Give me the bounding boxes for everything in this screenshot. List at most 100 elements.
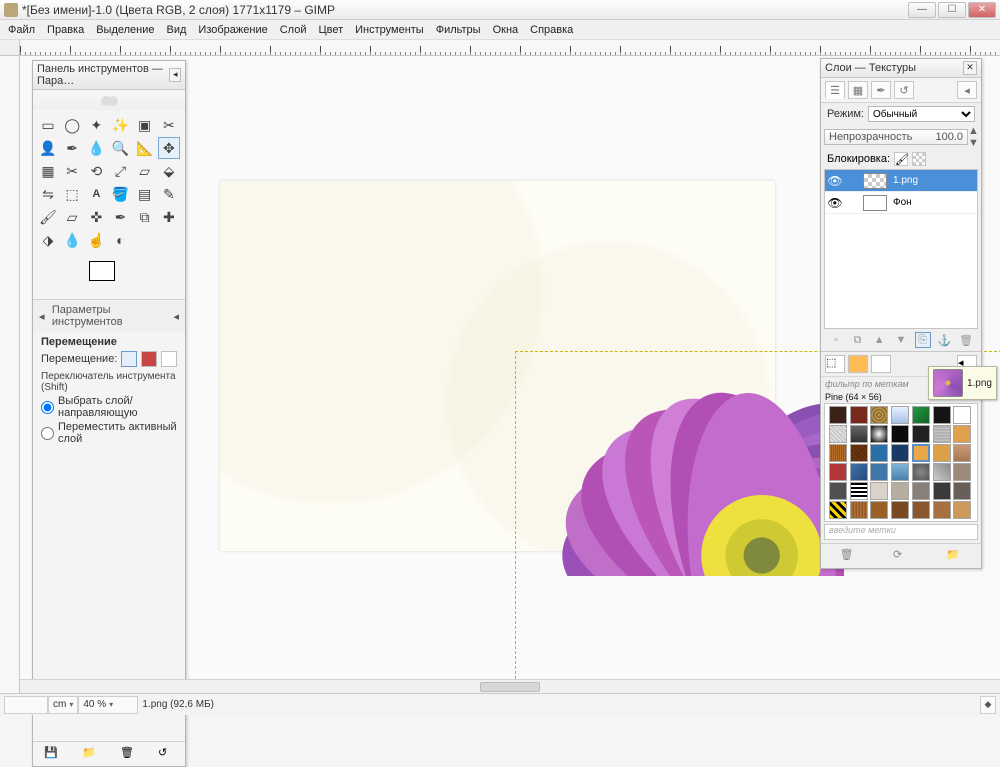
texture-grid[interactable] [824,403,978,522]
tool-blend[interactable]: ▤ [134,183,156,205]
menu-filters[interactable]: Фильтры [430,22,487,38]
tool-options-header[interactable]: ◂ Параметры инструментов ◂ [33,299,185,332]
refresh-texture-icon[interactable]: ⟳ [893,548,909,564]
paths-tab-icon[interactable]: ✒ [871,81,891,99]
texture-item[interactable] [870,501,888,519]
layers-dock-close-icon[interactable]: ✕ [963,61,977,75]
tool-color-picker[interactable]: 💧 [85,137,107,159]
texture-item[interactable] [933,501,951,519]
tool-align[interactable]: ▦ [37,160,59,182]
texture-item[interactable] [953,482,971,500]
menu-windows[interactable]: Окна [487,22,525,38]
visibility-icon[interactable]: 👁 [825,174,845,188]
texture-item[interactable] [850,482,868,500]
tool-dodge[interactable]: ◐ [109,229,131,251]
image-layer-flower[interactable] [544,356,844,576]
texture-item[interactable] [912,501,930,519]
tool-crop[interactable]: ✂ [61,160,83,182]
tool-heal[interactable]: ✚ [158,206,180,228]
texture-item[interactable] [829,463,847,481]
anchor-layer-icon[interactable]: ⚓ [936,332,952,348]
tool-cage[interactable]: ⬚ [61,183,83,205]
delete-layer-icon[interactable]: 🗑 [958,332,974,348]
unit-dropdown[interactable]: cm [48,696,78,714]
tool-ink[interactable]: ✒ [109,206,131,228]
reset-options-icon[interactable]: ↺ [158,746,174,762]
horizontal-scrollbar[interactable] [20,679,1000,693]
layer-item-1[interactable]: 👁 1.png [825,170,977,192]
texture-item[interactable] [829,425,847,443]
tool-flip[interactable]: ⇋ [37,183,59,205]
toolbox-close-icon[interactable]: ◂ [169,68,181,82]
texture-item[interactable] [870,482,888,500]
texture-item[interactable] [933,425,951,443]
layers-tab-icon[interactable]: ☰ [825,81,845,99]
menu-select[interactable]: Выделение [90,22,160,38]
texture-item[interactable] [829,482,847,500]
texture-item[interactable] [933,463,951,481]
opacity-slider[interactable]: Непрозрачность 100.0 [824,129,968,145]
texture-item[interactable] [850,444,868,462]
minimize-button[interactable]: — [908,2,936,18]
tool-eraser[interactable]: ▱ [61,206,83,228]
texture-item[interactable] [953,406,971,424]
layer-up-icon[interactable]: ▲ [871,332,887,348]
tool-rotate[interactable]: ⟲ [85,160,107,182]
texture-item[interactable] [953,425,971,443]
tool-scale[interactable]: ⤢ [109,160,131,182]
menu-image[interactable]: Изображение [192,22,273,38]
texture-item[interactable] [891,463,909,481]
texture-item[interactable] [912,463,930,481]
menu-file[interactable]: Файл [2,22,41,38]
restore-options-icon[interactable]: 📁 [82,746,98,762]
tool-zoom[interactable]: 🔍 [109,137,131,159]
texture-item[interactable] [870,463,888,481]
texture-item[interactable] [870,444,888,462]
tool-perspective[interactable]: ⬙ [158,160,180,182]
texture-item[interactable] [850,406,868,424]
maximize-button[interactable]: ☐ [938,2,966,18]
texture-item[interactable] [850,501,868,519]
texture-item[interactable] [933,444,951,462]
layer-item-2[interactable]: 👁 Фон [825,192,977,214]
delete-texture-icon[interactable]: 🗑 [840,548,856,564]
texture-item[interactable] [891,444,909,462]
move-path-icon[interactable] [161,351,177,367]
tool-shear[interactable]: ▱ [134,160,156,182]
tool-airbrush[interactable]: ✜ [85,206,107,228]
opacity-down-icon[interactable]: ▼ [968,137,978,149]
tool-text[interactable]: A [85,183,107,205]
duplicate-layer-icon[interactable]: ⎘ [915,332,931,348]
menu-tools[interactable]: Инструменты [349,22,430,38]
tool-paths[interactable]: ✒ [61,137,83,159]
tool-pencil[interactable]: ✎ [158,183,180,205]
texture-item[interactable] [850,425,868,443]
lock-pixels-icon[interactable]: 🖌 [894,152,908,166]
fg-color-swatch[interactable] [89,261,115,281]
texture-item[interactable] [829,501,847,519]
brushes-tab-icon[interactable]: ⬚ [825,355,845,373]
opacity-up-icon[interactable]: ▲ [968,125,978,137]
layer-name[interactable]: 1.png [893,175,918,186]
nav-arrow-icon[interactable]: ◆ [980,696,996,714]
texture-item[interactable] [953,444,971,462]
texture-item[interactable] [933,406,951,424]
layer-list[interactable]: 👁 1.png 👁 Фон [824,169,978,329]
channels-tab-icon[interactable]: ▦ [848,81,868,99]
tool-iscissors[interactable]: ✂ [158,114,180,136]
opt-move-active[interactable]: Переместить активный слой [41,421,177,445]
delete-options-icon[interactable]: 🗑 [120,746,136,762]
layer-group-icon[interactable]: ⧉ [850,332,866,348]
texture-item[interactable] [953,463,971,481]
visibility-icon[interactable]: 👁 [825,196,845,210]
ruler-vertical[interactable] [0,56,20,693]
texture-item[interactable] [891,482,909,500]
tab-menu-icon[interactable]: ◂ [957,81,977,99]
texture-item[interactable] [912,425,930,443]
texture-item[interactable] [933,482,951,500]
color-swatches[interactable] [33,255,185,299]
texture-item[interactable] [912,482,930,500]
lock-alpha-icon[interactable] [912,152,926,166]
tool-free-select[interactable]: ✦ [85,114,107,136]
detach-icon[interactable]: ◂ [173,310,179,323]
